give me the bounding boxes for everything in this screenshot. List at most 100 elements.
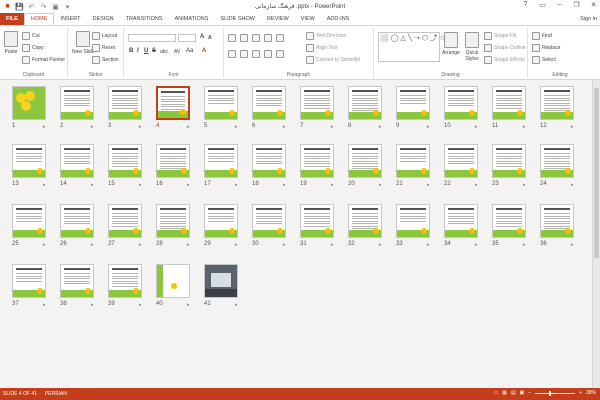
find-button[interactable]: Find <box>532 32 552 40</box>
slide-sorter-view-icon[interactable]: ▦ <box>502 390 507 396</box>
slide-thumbnail[interactable] <box>108 264 142 298</box>
slide-thumbnail[interactable] <box>540 204 574 238</box>
underline-button[interactable]: U <box>144 48 148 54</box>
change-case-button[interactable]: Aa <box>186 48 193 54</box>
arrange-button[interactable]: Arrange <box>442 32 460 56</box>
slide-thumbnail[interactable] <box>396 204 430 238</box>
restore-icon[interactable]: ❐ <box>572 1 581 9</box>
slide-thumbnail[interactable] <box>396 144 430 178</box>
slide-indicator[interactable]: SLIDE 4 OF 41 <box>3 391 37 397</box>
slide-thumbnail[interactable] <box>204 144 238 178</box>
reading-view-icon[interactable]: ▤ <box>511 390 516 396</box>
tab-file[interactable]: FILE <box>0 13 24 25</box>
grow-font-icon[interactable]: A <box>200 34 204 40</box>
align-center-icon[interactable] <box>240 50 248 58</box>
convert-smartart-button[interactable]: Convert to SmartArt <box>306 56 360 64</box>
decrease-indent-icon[interactable] <box>252 34 260 42</box>
slide-thumbnail[interactable] <box>204 86 238 120</box>
ribbon-display-options-icon[interactable]: ▭ <box>538 1 547 9</box>
slide-thumbnail[interactable] <box>60 144 94 178</box>
tab-slide-show[interactable]: SLIDE SHOW <box>214 13 261 25</box>
tab-insert[interactable]: INSERT <box>54 13 86 25</box>
slide-thumbnail[interactable] <box>108 204 142 238</box>
slide-thumbnail[interactable] <box>60 264 94 298</box>
cut-button[interactable]: Cut <box>22 32 40 40</box>
slide-thumbnail[interactable] <box>108 86 142 120</box>
slide-thumbnail[interactable] <box>348 204 382 238</box>
paste-button[interactable]: Paste <box>4 31 18 55</box>
slide-thumbnail[interactable] <box>252 204 286 238</box>
slide-thumbnail[interactable] <box>156 264 190 298</box>
format-painter-button[interactable]: Format Painter <box>22 56 65 64</box>
slide-thumbnail[interactable] <box>204 264 238 298</box>
font-size-box[interactable] <box>178 34 196 42</box>
shape-effects-button[interactable]: Shape Effects <box>484 56 525 64</box>
slide-thumbnail[interactable] <box>12 144 46 178</box>
slide-thumbnail[interactable] <box>60 86 94 120</box>
italic-button[interactable]: I <box>137 48 139 54</box>
slide-thumbnail[interactable] <box>444 204 478 238</box>
slide-thumbnail[interactable] <box>300 144 334 178</box>
tab-view[interactable]: VIEW <box>295 13 321 25</box>
slide-thumbnail[interactable] <box>12 86 46 120</box>
slide-thumbnail[interactable] <box>300 86 334 120</box>
slide-thumbnail[interactable] <box>444 144 478 178</box>
tab-animations[interactable]: ANIMATIONS <box>169 13 215 25</box>
minimize-icon[interactable]: – <box>555 1 564 9</box>
zoom-slider-knob[interactable] <box>549 390 552 396</box>
slide-thumbnail[interactable] <box>108 144 142 178</box>
copy-button[interactable]: Copy <box>22 44 44 52</box>
help-icon[interactable]: ? <box>521 1 530 9</box>
replace-button[interactable]: Replace <box>532 44 560 52</box>
align-right-icon[interactable] <box>252 50 260 58</box>
shape-outline-button[interactable]: Shape Outline <box>484 44 526 52</box>
slide-thumbnail[interactable] <box>252 86 286 120</box>
slide-thumbnail[interactable] <box>492 144 526 178</box>
slide-thumbnail[interactable] <box>204 204 238 238</box>
slide-thumbnail[interactable] <box>12 264 46 298</box>
justify-icon[interactable] <box>264 50 272 58</box>
bullets-icon[interactable] <box>228 34 236 42</box>
slide-thumbnail[interactable] <box>156 86 190 120</box>
slide-thumbnail[interactable] <box>396 86 430 120</box>
align-text-button[interactable]: Align Text <box>306 44 338 52</box>
slide-thumbnail[interactable] <box>60 204 94 238</box>
shapes-gallery[interactable]: ⬜◯△╲➝⬡⤴☆{} <box>378 32 454 62</box>
shape-fill-button[interactable]: Shape Fill <box>484 32 516 40</box>
reset-button[interactable]: Reset <box>92 44 115 52</box>
slide-thumbnail[interactable] <box>492 86 526 120</box>
font-color-button[interactable]: A <box>202 48 206 54</box>
strikethrough-button[interactable]: S <box>152 48 156 54</box>
layout-button[interactable]: Layout <box>92 32 117 40</box>
slide-thumbnail[interactable] <box>348 144 382 178</box>
tab-add-ins[interactable]: ADD-INS <box>321 13 356 25</box>
shadow-button[interactable]: abc <box>160 49 168 55</box>
slide-thumbnail[interactable] <box>300 204 334 238</box>
slide-thumbnail[interactable] <box>348 86 382 120</box>
slide-thumbnail[interactable] <box>492 204 526 238</box>
slide-thumbnail[interactable] <box>444 86 478 120</box>
line-spacing-icon[interactable] <box>276 34 284 42</box>
zoom-in-icon[interactable]: + <box>579 390 582 396</box>
slide-thumbnail[interactable] <box>540 86 574 120</box>
select-button[interactable]: Select <box>532 56 556 64</box>
bold-button[interactable]: B <box>129 48 133 54</box>
numbering-icon[interactable] <box>240 34 248 42</box>
scrollbar-thumb[interactable] <box>594 88 599 258</box>
quick-styles-button[interactable]: Quick Styles <box>462 32 482 62</box>
text-direction-button[interactable]: Text Direction <box>306 32 346 40</box>
language-indicator[interactable]: PERSIAN <box>45 391 67 397</box>
slide-thumbnail[interactable] <box>540 144 574 178</box>
increase-indent-icon[interactable] <box>264 34 272 42</box>
slide-thumbnail[interactable] <box>156 144 190 178</box>
slide-thumbnail[interactable] <box>252 144 286 178</box>
slide-thumbnail[interactable] <box>156 204 190 238</box>
section-button[interactable]: Section <box>92 56 119 64</box>
zoom-out-icon[interactable]: – <box>528 390 531 396</box>
tab-review[interactable]: REVIEW <box>261 13 295 25</box>
font-name-box[interactable] <box>128 34 176 42</box>
slideshow-view-icon[interactable]: ▣ <box>520 390 525 396</box>
character-spacing-button[interactable]: AV <box>174 49 180 55</box>
slide-thumbnail[interactable] <box>12 204 46 238</box>
shrink-font-icon[interactable]: A <box>208 35 212 41</box>
